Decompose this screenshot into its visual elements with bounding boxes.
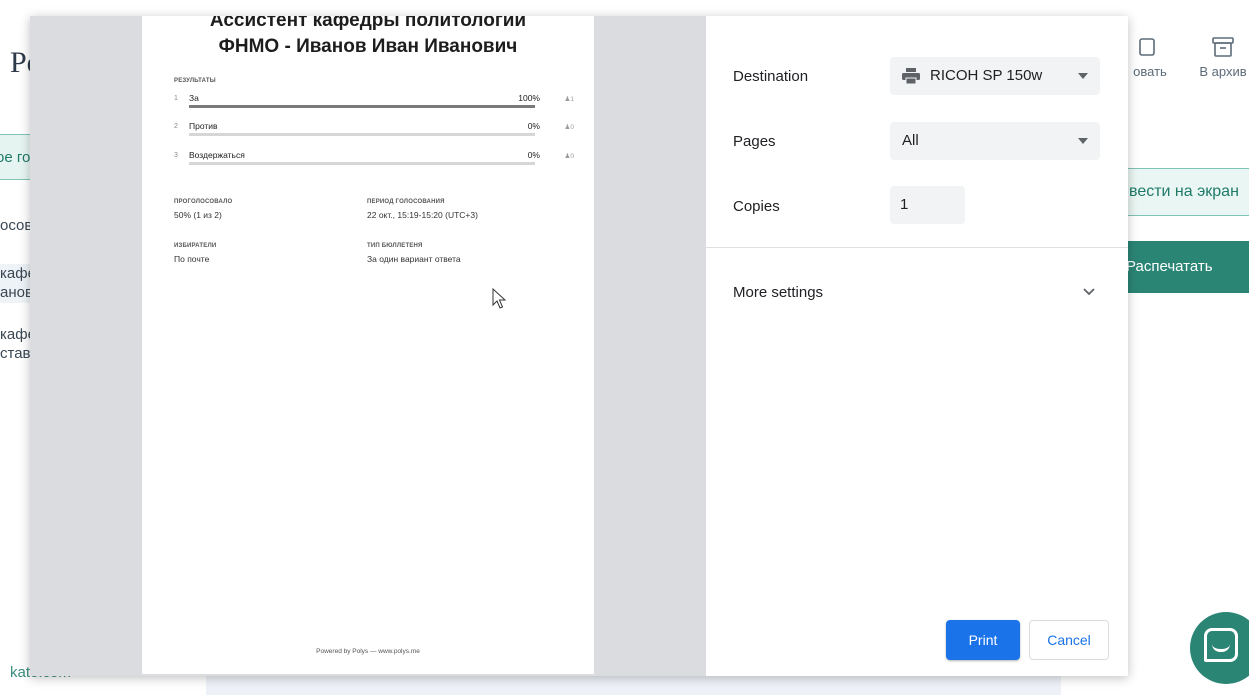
voters-label: ИЗБИРАТЕЛИ	[174, 243, 217, 249]
printer-icon	[902, 68, 920, 85]
result-votes: ♟0	[564, 153, 574, 160]
left-item[interactable]: став	[0, 344, 34, 364]
copies-input[interactable]	[890, 186, 965, 224]
left-item[interactable]: осова	[0, 216, 34, 236]
period-value: 22 окт., 15:19-15:20 (UTC+3)	[367, 210, 478, 220]
voted-value: 50% (1 из 2)	[174, 210, 222, 220]
destination-label: Destination	[733, 68, 809, 85]
result-row: 3 Воздержаться 0% ♟0	[174, 150, 574, 170]
document-title-line1: Ассистент кафедры политологии	[209, 16, 527, 31]
result-bar	[189, 162, 535, 165]
chat-widget-button[interactable]	[1190, 612, 1249, 684]
cancel-button[interactable]: Cancel	[1029, 620, 1109, 660]
result-row: 1 За 100% ♟1	[174, 93, 574, 113]
dropdown-arrow-icon	[1078, 138, 1088, 144]
print-dialog: Ассистент кафедры политологии ФНМО - Ива…	[30, 16, 1128, 676]
document-footer: Powered by Polys — www.polys.me	[316, 648, 420, 655]
print-preview: Ассистент кафедры политологии ФНМО - Ива…	[30, 16, 706, 676]
destination-value: RICOH SP 150w	[930, 67, 1043, 84]
period-label: ПЕРИОД ГОЛОСОВАНИЯ	[367, 199, 445, 205]
document-title: Ассистент кафедры политологии ФНМО - Ива…	[142, 16, 594, 60]
edit-tool-button[interactable]: овать	[1126, 36, 1174, 79]
ballot-label: ТИП БЮЛЛЕТЕНЯ	[367, 243, 423, 249]
result-number: 2	[174, 123, 178, 130]
result-bar	[189, 133, 535, 136]
result-number: 3	[174, 152, 178, 159]
pages-value: All	[902, 132, 919, 149]
edit-icon	[1139, 38, 1155, 56]
left-item[interactable]: кафе	[0, 264, 34, 284]
copies-label: Copies	[733, 198, 780, 215]
mouse-cursor-icon	[492, 288, 506, 309]
archive-icon	[1212, 37, 1234, 57]
result-row: 2 Против 0% ♟0	[174, 121, 574, 141]
destination-select[interactable]: RICOH SP 150w	[890, 57, 1100, 95]
pages-select[interactable]: All	[890, 122, 1100, 160]
voted-label: ПРОГОЛОСОВАЛО	[174, 199, 233, 205]
archive-tool-label: В архив	[1199, 64, 1247, 79]
result-votes: ♟0	[564, 124, 574, 131]
divider	[706, 247, 1128, 248]
document-title-line2: ФНМО - Иванов Иван Иванович	[218, 36, 518, 57]
voters-value: По почте	[174, 254, 210, 264]
result-percent: 0%	[527, 121, 540, 131]
left-item[interactable]: кафе	[0, 325, 34, 345]
results-label: РЕЗУЛЬТАТЫ	[174, 78, 216, 84]
more-settings-toggle[interactable]: More settings	[706, 272, 1128, 314]
edit-tool-label: овать	[1133, 64, 1167, 79]
result-bar	[189, 105, 535, 108]
ballot-value: За один вариант ответа	[367, 254, 461, 264]
result-number: 1	[174, 95, 178, 102]
result-option: Воздержаться	[189, 150, 245, 160]
show-on-screen-button[interactable]: вести на экран	[1110, 168, 1249, 216]
bottom-strip	[206, 676, 1061, 695]
archive-tool-button[interactable]: В архив	[1196, 36, 1249, 79]
pages-label: Pages	[733, 133, 776, 150]
left-item[interactable]: анов	[0, 283, 34, 303]
result-votes: ♟1	[564, 96, 574, 103]
chevron-down-icon	[1083, 288, 1095, 296]
print-settings: Destination RICOH SP 150w Pages All Copi…	[706, 16, 1128, 676]
result-percent: 0%	[527, 150, 540, 160]
dropdown-arrow-icon	[1078, 73, 1088, 79]
result-option: Против	[189, 121, 218, 131]
more-settings-label: More settings	[733, 284, 824, 301]
result-option: За	[189, 93, 199, 103]
preview-page: Ассистент кафедры политологии ФНМО - Ива…	[142, 16, 594, 674]
result-percent: 100%	[518, 93, 540, 103]
print-results-button[interactable]: Распечатать	[1110, 241, 1249, 293]
print-button[interactable]: Print	[946, 620, 1020, 660]
